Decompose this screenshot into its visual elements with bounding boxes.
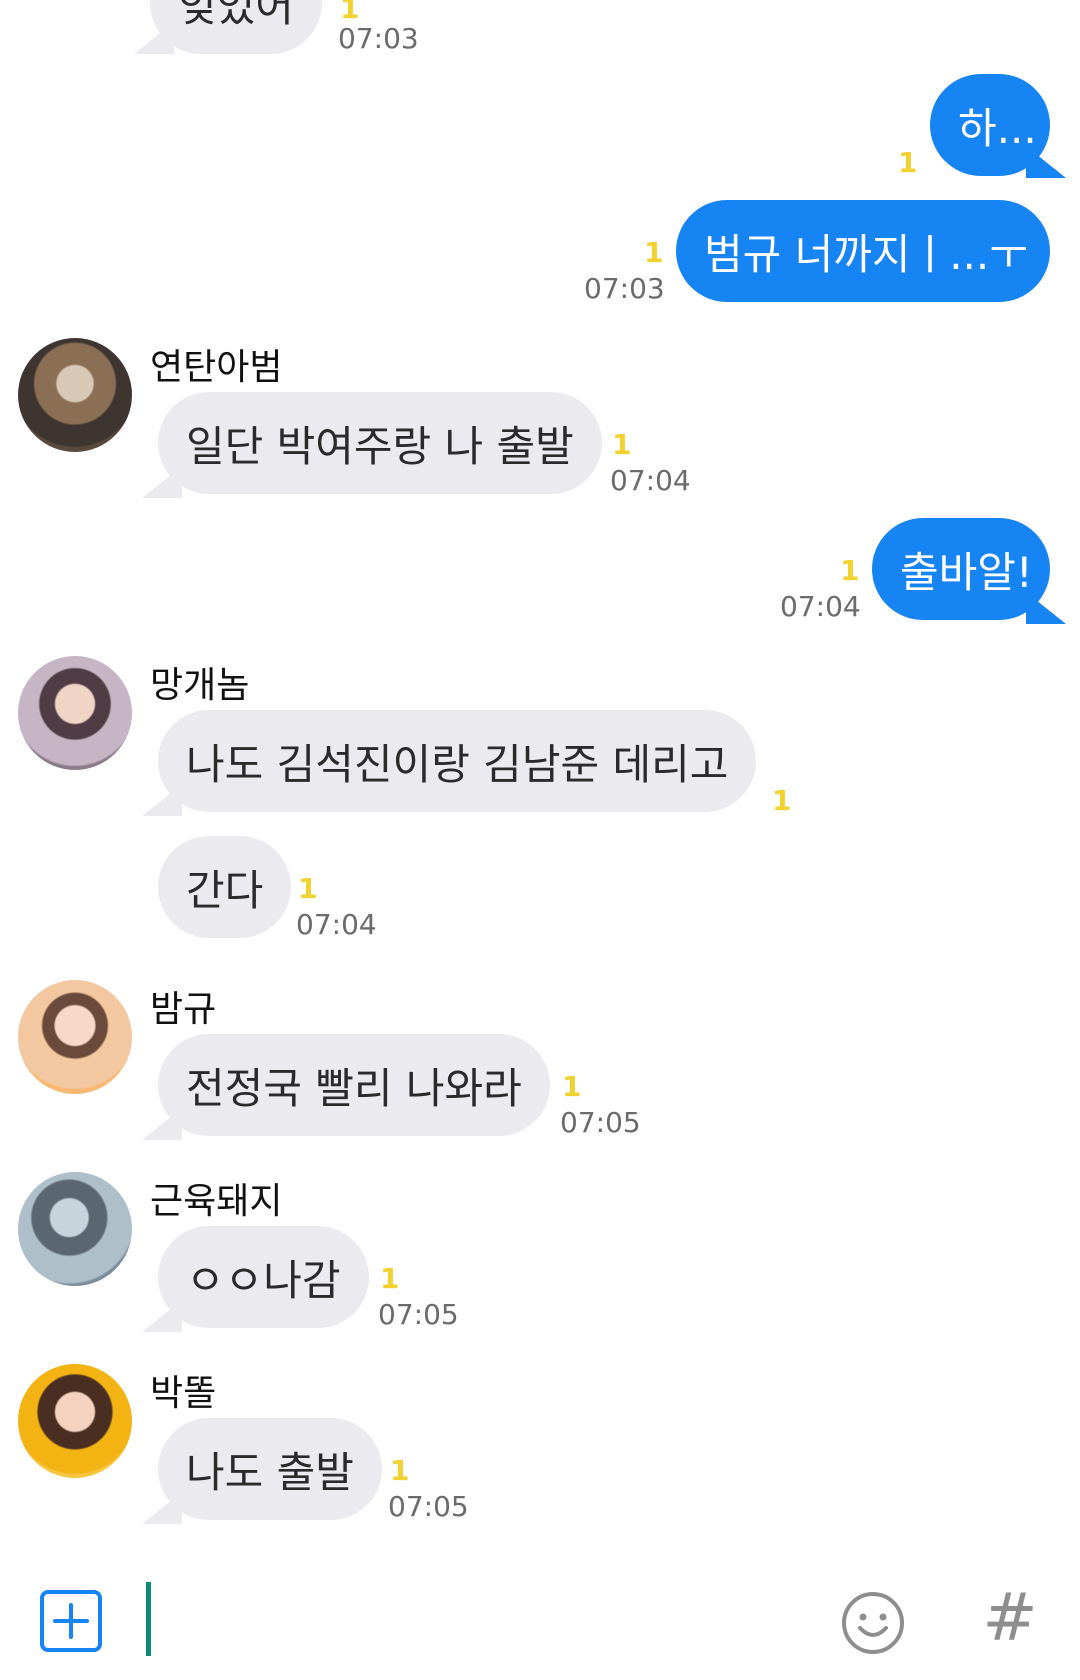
unread-count: 1 [390,1454,410,1487]
avatar[interactable] [18,338,132,452]
chat-messages[interactable]: 잊었어 1 07:03 하... 1 범규 너까지ㅣ...ㅜ 1 07:03 연… [0,0,1080,1560]
avatar[interactable] [18,656,132,770]
message-bubble[interactable]: 나도 김석진이랑 김남준 데리고 [158,710,757,812]
bubble-tail [134,22,174,54]
unread-count: 1 [772,784,792,817]
message-bubble[interactable]: 간다 [158,836,292,938]
message-bubble[interactable]: 전정국 빨리 나와라 [158,1034,550,1136]
message-input[interactable] [146,1582,151,1656]
message-text: ㅇㅇ나감 [186,1255,341,1305]
unread-count: 1 [612,428,632,461]
unread-count: 1 [298,872,318,905]
input-bar: # [0,1560,1080,1680]
sender-name: 망개놈 [150,665,250,706]
message-bubble[interactable]: ㅇㅇ나감 [158,1226,369,1328]
message-text: 잊었어 [178,0,294,31]
message-bubble[interactable]: 출바알! [872,518,1050,620]
sender-name: 근육돼지 [150,1181,283,1222]
message-text: 범규 너까지ㅣ...ㅜ [704,229,1028,279]
sender-name: 박똘 [150,1373,217,1414]
sender-name: 연탄아범 [150,347,283,388]
unread-count: 1 [840,554,860,587]
plus-square-icon [53,1603,89,1639]
bubble-tail [142,1492,182,1524]
sender-name: 밤규 [150,989,217,1030]
avatar[interactable] [18,1364,132,1478]
bubble-tail [142,1108,182,1140]
message-bubble[interactable]: 잊었어 [150,0,322,54]
message-time: 07:05 [378,1298,459,1331]
emoji-button[interactable] [840,1590,906,1656]
message-bubble[interactable]: 나도 출발 [158,1418,382,1520]
bubble-tail [1026,146,1066,178]
message-text: 하... [958,103,1037,153]
message-text: 나도 출발 [186,1447,354,1497]
avatar[interactable] [18,980,132,1094]
message-time: 07:05 [388,1490,469,1523]
message-time: 07:04 [780,590,861,623]
message-time: 07:04 [296,908,377,941]
unread-count: 1 [898,146,918,179]
message-time: 07:03 [338,22,419,55]
unread-count: 1 [380,1262,400,1295]
message-text: 전정국 빨리 나와라 [186,1063,522,1113]
message-time: 07:05 [560,1106,641,1139]
bubble-tail [142,1300,182,1332]
hash-icon[interactable]: # [980,1578,1040,1658]
message-text: 나도 김석진이랑 김남준 데리고 [186,739,729,789]
unread-count: 1 [562,1070,582,1103]
message-time: 07:03 [584,272,665,305]
message-text: 일단 박여주랑 나 출발 [186,421,574,471]
message-bubble[interactable]: 범규 너까지ㅣ...ㅜ [676,200,1050,302]
smiley-icon [842,1592,904,1654]
message-text: 출바알! [900,547,1033,597]
add-attachment-button[interactable] [40,1590,102,1652]
message-bubble[interactable]: 일단 박여주랑 나 출발 [158,392,602,494]
avatar[interactable] [18,1172,132,1286]
message-time: 07:04 [610,464,691,497]
unread-count: 1 [644,236,664,269]
message-text: 간다 [186,865,264,915]
